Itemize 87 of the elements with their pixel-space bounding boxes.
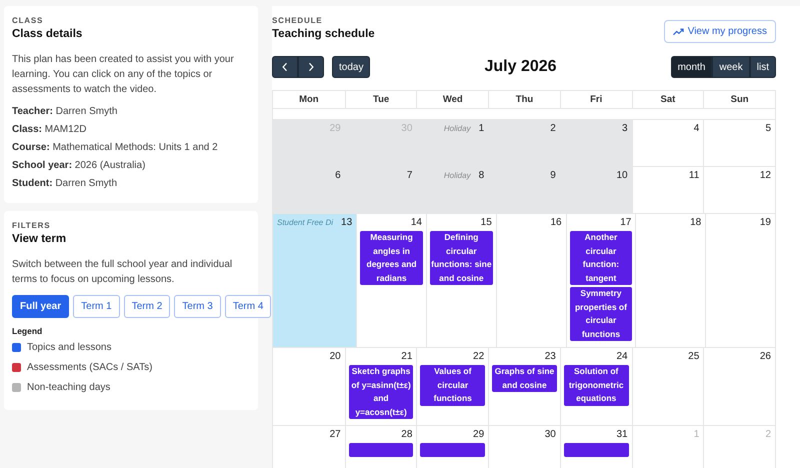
- day-note: Student Free Di: [277, 218, 334, 227]
- section-title: View term: [12, 233, 68, 245]
- term-button[interactable]: Full year: [12, 295, 70, 318]
- detail-line: Student: Darren Smyth: [12, 177, 118, 190]
- day-number: 29: [473, 429, 484, 440]
- term-button[interactable]: Term 1: [73, 295, 120, 318]
- lesson-event[interactable]: Values of circular functions: [420, 365, 486, 406]
- weekday-header: Fri: [560, 91, 632, 109]
- day-number: 25: [688, 351, 700, 362]
- legend-title: Legend: [12, 326, 44, 336]
- term-button[interactable]: Term 2: [124, 295, 170, 318]
- section-label: FILTERS: [12, 221, 52, 230]
- term-button[interactable]: Term 4: [224, 295, 272, 318]
- intro-text: Switch between the full school year and individual terms to focus on upcoming lessons.: [12, 258, 234, 287]
- detail-line: School year: 2026 (Australia): [12, 159, 146, 172]
- lesson-event[interactable]: Measuring angles in degrees and radians: [360, 231, 423, 285]
- day-number: 23: [544, 351, 556, 362]
- detail-line: Class: MAM12D: [12, 123, 88, 136]
- intro-text: This plan has been created to assist you with your learning. You can click on any of the topics or assessments to watch the video.: [12, 53, 235, 97]
- lesson-event[interactable]: Defining circular functions: sine and cosine: [430, 231, 493, 285]
- day-number: 21: [401, 351, 412, 362]
- day-note: Holiday: [444, 171, 471, 180]
- weekday-header: Wed: [416, 91, 488, 109]
- day-number: 5: [765, 123, 771, 134]
- day-number: 13: [341, 217, 352, 228]
- weekday-header: Tue: [344, 91, 416, 109]
- day-number: 17: [620, 217, 632, 228]
- legend-label: Non-teaching days: [27, 382, 110, 393]
- day-number: 11: [688, 170, 700, 181]
- chevron-right-icon: [308, 62, 314, 72]
- day-number: 31: [616, 429, 628, 440]
- day-note: Holiday: [444, 124, 471, 133]
- day-number: 3: [622, 123, 628, 134]
- legend-label: Assessments (SACs / SATs): [27, 362, 152, 373]
- day-number: 9: [550, 170, 556, 181]
- previous-button[interactable]: [272, 56, 298, 78]
- lesson-event[interactable]: Solution of trigonometric equations: [564, 365, 629, 406]
- view-tab[interactable]: week: [712, 56, 750, 78]
- day-number: 19: [760, 217, 771, 228]
- day-number: 27: [330, 429, 341, 440]
- chevron-left-icon: [282, 62, 288, 72]
- day-number: 16: [550, 217, 562, 228]
- day-number: 26: [760, 351, 771, 362]
- view-tab[interactable]: month: [670, 56, 712, 78]
- section-title: Class details: [12, 28, 84, 40]
- section-label: CLASS: [12, 16, 44, 25]
- lesson-event[interactable]: Graphs of sine and cosine: [492, 365, 557, 392]
- lesson-event[interactable]: Symmetry properties of circular functions: [570, 287, 632, 341]
- lesson-event[interactable]: Sketch graphs of y=asinn(t±ε) and y=acosn(t±ε): [348, 365, 414, 419]
- day-number: 4: [694, 123, 700, 134]
- day-number: 22: [473, 351, 484, 362]
- day-number: 2: [550, 123, 556, 134]
- next-button[interactable]: [298, 56, 324, 78]
- legend-label: Topics and lessons: [27, 342, 112, 353]
- today-button[interactable]: today: [332, 56, 370, 78]
- detail-line: Teacher: Darren Smyth: [12, 105, 118, 118]
- weekday-header: Thu: [488, 91, 560, 109]
- day-number: 12: [760, 170, 771, 181]
- day-number: 2: [765, 429, 771, 440]
- weekday-header: Sat: [632, 91, 704, 109]
- weekday-header: Mon: [273, 91, 345, 109]
- day-number: 8: [478, 170, 484, 181]
- day-number: 15: [480, 217, 492, 228]
- lesson-event[interactable]: [564, 443, 629, 457]
- term-button[interactable]: Term 3: [174, 295, 221, 318]
- day-number: 28: [401, 429, 412, 440]
- detail-line: Course: Mathematical Methods: Units 1 and 2: [12, 141, 219, 154]
- section-title: Teaching schedule: [272, 28, 375, 40]
- day-number: 20: [330, 351, 341, 362]
- day-number: 1: [694, 429, 700, 440]
- month-title: July 2026: [484, 58, 557, 76]
- lesson-event[interactable]: [348, 443, 414, 457]
- day-number: 7: [406, 170, 412, 181]
- day-number: 6: [335, 170, 341, 181]
- day-number: 18: [690, 217, 702, 228]
- section-label: SCHEDULE: [272, 16, 324, 25]
- view-tab[interactable]: list: [750, 56, 776, 78]
- lesson-event[interactable]: [420, 443, 486, 457]
- day-number: 24: [616, 351, 628, 362]
- view-progress-button[interactable]: View my progress: [664, 20, 776, 43]
- day-number: 30: [544, 429, 556, 440]
- day-number: 1: [478, 123, 484, 134]
- day-number: 10: [616, 170, 628, 181]
- lesson-event[interactable]: Another circular function: tangent: [570, 231, 632, 285]
- trend-icon: [672, 28, 684, 36]
- weekday-header: Sun: [703, 91, 775, 109]
- day-number: 14: [410, 217, 422, 228]
